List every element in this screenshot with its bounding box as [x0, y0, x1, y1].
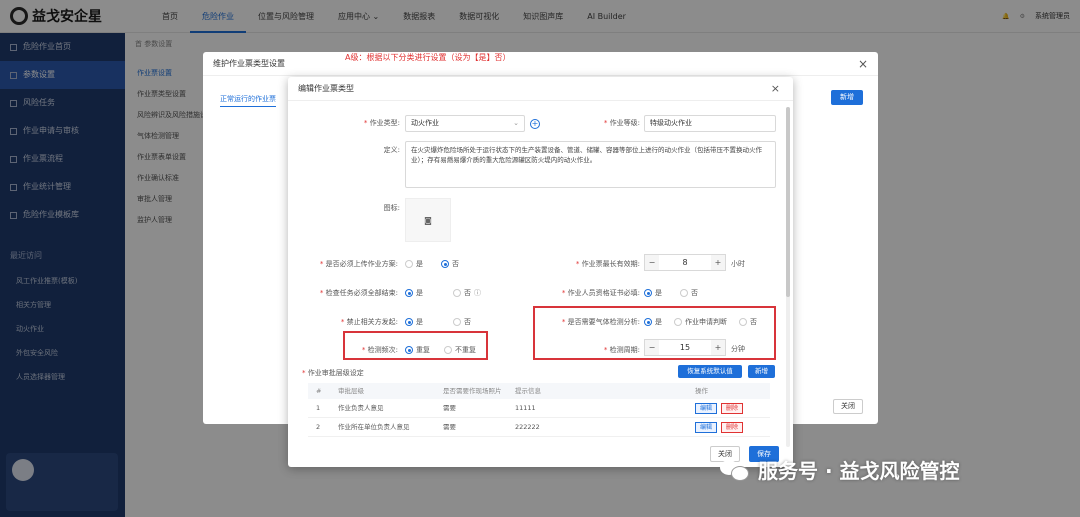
close-icon[interactable]: ×: [858, 52, 868, 76]
col-header: 操作: [695, 387, 708, 395]
upload-plan-yes[interactable]: 是: [405, 259, 423, 269]
highlight-gas: [533, 306, 776, 360]
max-valid-value[interactable]: 8: [659, 258, 711, 267]
restore-default-button[interactable]: 恢复系统默认值: [678, 365, 742, 378]
cell-photo: 需要: [443, 404, 456, 412]
col-header: #: [316, 387, 322, 395]
max-valid-label: * 作业票最长有效期:: [575, 260, 640, 268]
delete-button[interactable]: 删除: [721, 402, 744, 414]
scrollbar-thumb[interactable]: [786, 107, 790, 297]
cell-tip: 222222: [515, 423, 540, 431]
close-icon[interactable]: ×: [771, 77, 780, 101]
definition-textarea[interactable]: 在火灾爆炸危险场所处于运行状态下的生产装置设备、管道、储罐、容器等部位上进行的动…: [405, 141, 776, 188]
tab-active-tickets[interactable]: 正常运行的作业票: [220, 94, 276, 107]
approval-table: # 审批层级 是否需要作现场照片 提示信息 操作 1 作业负责人意见 需要 11…: [308, 383, 770, 437]
outer-new-button[interactable]: 新增: [831, 90, 863, 105]
delete-button[interactable]: 删除: [721, 421, 744, 433]
highlight-freq: [343, 331, 488, 360]
camera-icon: ◙: [424, 215, 432, 225]
modal-header: 编辑作业票类型 ×: [288, 77, 793, 101]
modal-scrollbar[interactable]: [786, 107, 790, 447]
check-all-no[interactable]: 否 ⓘ: [453, 288, 481, 298]
cell-no: 1: [316, 404, 321, 412]
cell-photo: 需要: [443, 423, 456, 431]
plus-icon[interactable]: +: [711, 255, 725, 270]
cell-level: 作业负责人意见: [338, 404, 384, 412]
job-type-value: 动火作业: [411, 119, 439, 127]
cert-no[interactable]: 否: [680, 288, 698, 298]
watermark-text: 服务号 · 益戈风险管控: [758, 459, 960, 483]
outer-close-button[interactable]: 关闭: [833, 399, 863, 414]
approval-label: * 作业审批层级设定: [302, 369, 364, 377]
forbid-radio: 是 否: [405, 317, 471, 327]
cell-no: 2: [316, 423, 321, 431]
cell-tip: 11111: [515, 404, 536, 412]
job-level-input[interactable]: 特级动火作业: [644, 115, 776, 132]
chevron-down-icon: ⌄: [513, 119, 519, 127]
table-row: 1 作业负责人意见 需要 11111 编辑 删除: [308, 399, 770, 418]
check-all-label: * 检查任务必须全部结束:: [319, 289, 398, 297]
table-header: # 审批层级 是否需要作现场照片 提示信息 操作: [308, 383, 770, 399]
job-type-label: * 作业类型:: [363, 119, 400, 127]
add-circle-icon[interactable]: +: [530, 119, 540, 129]
table-row: 2 作业所在单位负责人意见 需要 222222 编辑 删除: [308, 418, 770, 437]
upload-plan-radio: 是 否: [405, 259, 459, 269]
outer-modal-header: 维护作业票类型设置 ×: [203, 52, 878, 76]
watermark: 服务号 · 益戈风险管控: [720, 455, 960, 484]
icon-upload[interactable]: ◙: [405, 198, 451, 242]
add-approval-button[interactable]: 新增: [748, 365, 775, 378]
max-valid-stepper[interactable]: − 8 +: [644, 254, 726, 271]
cell-actions: 编辑 删除: [695, 399, 770, 417]
cell-level: 作业所在单位负责人意见: [338, 423, 410, 431]
col-header: 是否需要作现场照片: [443, 387, 502, 395]
definition-label: 定义:: [383, 146, 400, 154]
max-valid-unit: 小时: [731, 260, 745, 268]
edit-button[interactable]: 编辑: [695, 402, 718, 414]
check-all-radio: 是 否 ⓘ: [405, 288, 481, 298]
col-header: 审批层级: [338, 387, 364, 395]
edit-job-type-modal: 编辑作业票类型 × * 作业类型: 动火作业 ⌄ + * 作业等级: 特级动火作业…: [288, 77, 793, 467]
upload-plan-label: * 是否必须上传作业方案:: [319, 260, 398, 268]
job-level-label: * 作业等级:: [603, 119, 640, 127]
col-header: 提示信息: [515, 387, 541, 395]
forbid-label: * 禁止相关方发起:: [340, 318, 398, 326]
forbid-no[interactable]: 否: [453, 317, 471, 327]
check-all-yes[interactable]: 是: [405, 288, 423, 298]
minus-icon[interactable]: −: [645, 255, 659, 270]
icon-label: 图标:: [383, 204, 400, 212]
cert-yes[interactable]: 是: [644, 288, 662, 298]
forbid-yes[interactable]: 是: [405, 317, 423, 327]
chat-bubble-icon: [720, 458, 750, 482]
outer-modal-title: 维护作业票类型设置: [213, 59, 285, 68]
cell-actions: 编辑 删除: [695, 418, 770, 436]
info-icon: ⓘ: [474, 289, 481, 297]
cert-radio: 是 否: [644, 288, 698, 298]
job-type-select[interactable]: 动火作业 ⌄: [405, 115, 525, 132]
modal-title: 编辑作业票类型: [298, 84, 354, 93]
cert-label: * 作业人员资格证书必填:: [561, 289, 640, 297]
edit-button[interactable]: 编辑: [695, 421, 718, 433]
upload-plan-no[interactable]: 否: [441, 259, 459, 269]
annotation-note: A级：根据以下分类进行设置（设为【是】否）: [345, 53, 511, 62]
